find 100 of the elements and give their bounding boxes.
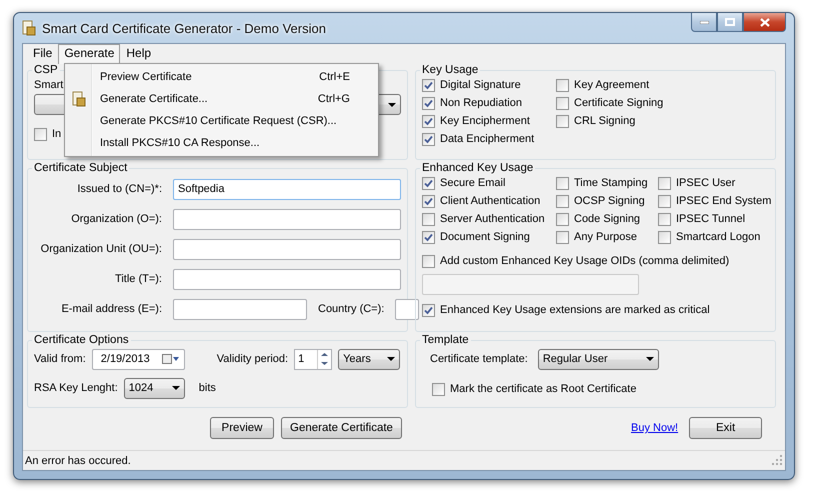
caret-icon <box>388 102 396 106</box>
checkbox-label: Data Encipherment <box>440 133 534 145</box>
checkbox[interactable] <box>658 212 671 226</box>
group-title: Enhanced Key Usage <box>421 162 534 174</box>
checkbox[interactable] <box>556 230 569 244</box>
field-label: Smart <box>34 79 64 91</box>
checkbox[interactable] <box>422 194 435 208</box>
date-picker[interactable]: 2/19/2013 <box>92 348 185 370</box>
field-label: Valid from: <box>34 353 86 365</box>
certificate-icon <box>22 20 36 36</box>
field-label: Certificate template: <box>430 353 528 365</box>
checkbox-label: IPSEC Tunnel <box>676 213 746 225</box>
calendar-icon <box>162 354 180 364</box>
maximize-icon <box>725 18 735 26</box>
checkbox-label: Code Signing <box>574 213 640 225</box>
checkbox[interactable] <box>422 114 435 128</box>
menu-entry[interactable]: Install PKCS#10 CA Response... <box>67 132 376 154</box>
checkbox-label: Certificate Signing <box>574 97 664 109</box>
field-label: Organization Unit (OU=): <box>40 243 162 255</box>
email-field[interactable] <box>173 298 307 320</box>
close-button[interactable] <box>743 13 786 32</box>
group-title: Template <box>421 334 470 346</box>
checkbox[interactable] <box>556 212 569 226</box>
field-label: RSA Key Lenght: <box>34 382 118 394</box>
checkbox[interactable] <box>34 128 47 140</box>
unit-label: bits <box>198 382 216 394</box>
checkbox-label: Any Purpose <box>574 231 637 243</box>
menu-item[interactable]: Help <box>120 44 158 64</box>
checkbox-label: Smartcard Logon <box>676 231 760 243</box>
field-label: Country (C=): <box>318 303 384 315</box>
menu-entry[interactable]: Generate PKCS#10 Certificate Request (CSR)... <box>67 110 376 132</box>
field-label: Validity period: <box>216 353 288 365</box>
checkbox[interactable] <box>658 194 671 208</box>
field-label: E-mail address (E=): <box>60 303 162 315</box>
text-field[interactable]: Softpedia <box>173 178 401 200</box>
text-field[interactable] <box>173 208 401 230</box>
menu-item[interactable]: Generate <box>58 44 120 64</box>
checkbox[interactable] <box>422 254 435 268</box>
period-dropdown[interactable]: Years <box>338 348 400 370</box>
checkbox-label: Client Authentication <box>440 195 540 207</box>
spin-field[interactable]: 1 <box>294 348 332 370</box>
text-field[interactable] <box>173 238 401 260</box>
caret-icon <box>172 386 180 390</box>
checkbox-label: Non Repudiation <box>440 97 522 109</box>
caret-icon <box>646 357 654 361</box>
checkbox[interactable] <box>658 230 671 244</box>
field-label: Title (T=): <box>114 273 162 285</box>
checkbox[interactable] <box>422 230 435 244</box>
menu-entry[interactable]: Generate Certificate... Ctrl+G <box>67 88 376 110</box>
generate-button[interactable]: Generate Certificate <box>281 417 402 439</box>
caret-icon <box>387 357 396 361</box>
checkbox[interactable] <box>432 382 445 396</box>
minimize-icon <box>700 20 708 24</box>
country-field[interactable] <box>395 298 420 320</box>
window-title: Smart Card Certificate Generator - Demo Version <box>42 20 326 36</box>
menu-entry[interactable]: Preview Certificate Ctrl+E <box>67 66 376 88</box>
checkbox[interactable] <box>422 78 435 92</box>
checkbox-label: Digital Signature <box>440 79 521 91</box>
checkbox-label: Key Encipherment <box>440 115 530 127</box>
checkbox-label: IPSEC User <box>676 177 736 189</box>
oid-field[interactable] <box>422 274 639 295</box>
checkbox[interactable] <box>422 212 435 226</box>
checkbox-label: Time Stamping <box>574 177 648 189</box>
checkbox[interactable] <box>422 176 435 190</box>
certificate-icon <box>72 91 86 107</box>
field-label: Organization (O=): <box>70 213 162 225</box>
checkbox[interactable] <box>658 176 671 190</box>
group-title: Certificate Subject <box>33 162 128 174</box>
checkbox-label: Secure Email <box>440 177 506 189</box>
exit-button[interactable]: Exit <box>689 417 762 439</box>
checkbox-label: OCSP Signing <box>574 195 645 207</box>
checkbox[interactable] <box>556 194 569 208</box>
checkbox[interactable] <box>556 78 569 92</box>
checkbox-label: Document Signing <box>440 231 530 243</box>
preview-button[interactable]: Preview <box>210 417 274 439</box>
checkbox-label: Enhanced Key Usage extensions are marked as critical <box>440 304 710 316</box>
checkbox[interactable] <box>556 114 569 128</box>
minimize-button[interactable] <box>691 13 717 32</box>
checkbox-label: CRL Signing <box>574 115 636 127</box>
group-title: Key Usage <box>421 64 480 76</box>
checkbox-label: Server Authentication <box>440 213 545 225</box>
checkbox[interactable] <box>556 176 569 190</box>
key-length-dropdown[interactable]: 1024 <box>124 378 185 398</box>
menu-item[interactable]: File <box>27 44 58 64</box>
checkbox-label: Key Agreement <box>574 79 650 91</box>
checkbox-label: Add custom Enhanced Key Usage OIDs (comma delimited) <box>440 255 730 267</box>
checkbox-label: In <box>52 128 62 140</box>
resize-grip-icon <box>772 455 783 466</box>
text-field[interactable] <box>173 268 401 290</box>
checkbox[interactable] <box>556 96 569 110</box>
checkbox-label: IPSEC End System <box>676 195 772 207</box>
checkbox[interactable] <box>422 304 435 316</box>
maximize-button[interactable] <box>717 13 743 32</box>
checkbox[interactable] <box>422 132 435 146</box>
template-dropdown[interactable]: Regular User <box>538 348 659 370</box>
close-icon <box>760 18 770 26</box>
field-label: Issued to (CN=)*: <box>76 183 162 195</box>
buy-now-link[interactable]: Buy Now! <box>631 422 678 434</box>
checkbox[interactable] <box>422 96 435 110</box>
group-title: CSP <box>33 64 59 76</box>
